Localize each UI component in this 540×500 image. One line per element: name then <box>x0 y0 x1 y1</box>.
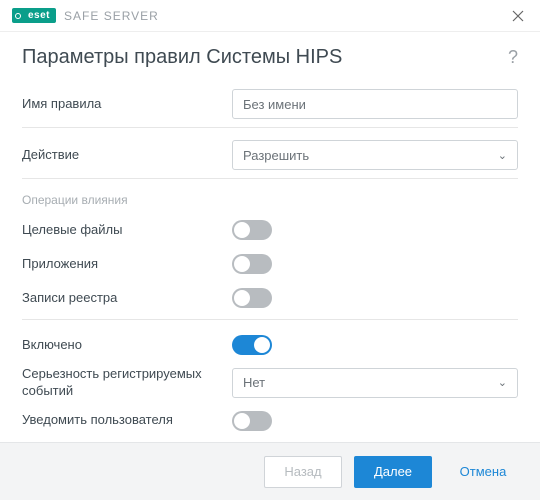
target-files-label: Целевые файлы <box>22 222 232 239</box>
notify-label: Уведомить пользователя <box>22 412 232 429</box>
ops-section-heading: Операции влияния <box>22 193 518 207</box>
rule-name-label: Имя правила <box>22 96 232 113</box>
enabled-label: Включено <box>22 337 232 354</box>
registry-label: Записи реестра <box>22 290 232 307</box>
chevron-down-icon: ⌄ <box>498 376 507 389</box>
close-icon[interactable] <box>506 4 530 28</box>
applications-label: Приложения <box>22 256 232 273</box>
footer: Назад Далее Отмена <box>0 442 540 500</box>
severity-select-value: Нет <box>243 375 265 390</box>
chevron-down-icon: ⌄ <box>498 149 507 162</box>
app-name: SAFE SERVER <box>64 9 159 23</box>
next-button[interactable]: Далее <box>354 456 432 488</box>
severity-label: Серьезность регистрируемых событий <box>22 366 232 400</box>
notify-toggle[interactable] <box>232 411 272 431</box>
cancel-button[interactable]: Отмена <box>444 456 522 488</box>
enabled-toggle[interactable] <box>232 335 272 355</box>
action-select[interactable]: Разрешить ⌄ <box>232 140 518 170</box>
help-icon[interactable]: ? <box>508 47 518 68</box>
target-files-toggle[interactable] <box>232 220 272 240</box>
dialog-title: Параметры правил Системы HIPS <box>22 46 508 69</box>
action-select-value: Разрешить <box>243 148 309 163</box>
rule-name-input[interactable] <box>232 89 518 119</box>
applications-toggle[interactable] <box>232 254 272 274</box>
registry-toggle[interactable] <box>232 288 272 308</box>
brand-badge: eset <box>12 8 56 23</box>
action-label: Действие <box>22 147 232 164</box>
severity-select[interactable]: Нет ⌄ <box>232 368 518 398</box>
back-button[interactable]: Назад <box>264 456 342 488</box>
titlebar: eset SAFE SERVER <box>0 0 540 32</box>
